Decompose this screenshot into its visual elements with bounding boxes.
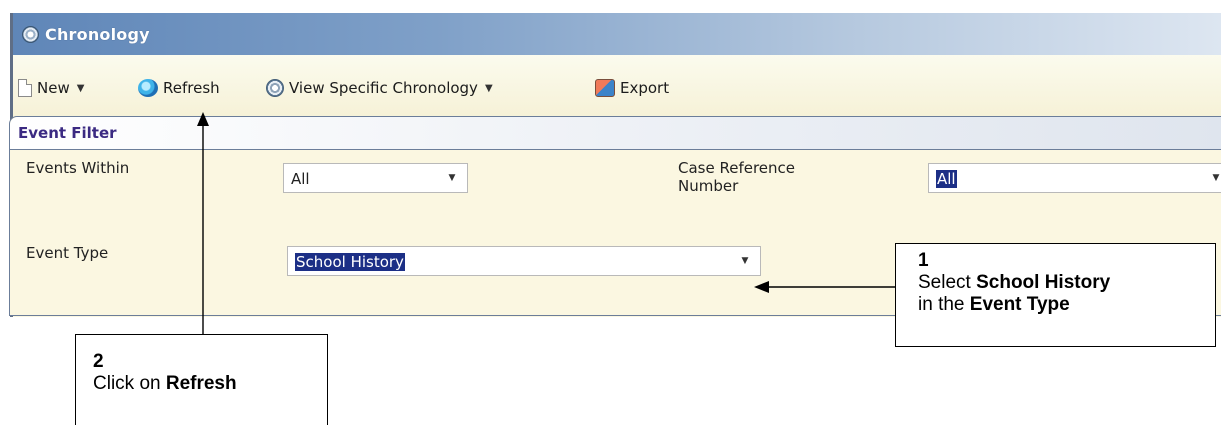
event-type-value: School History <box>295 253 405 271</box>
callout-1-text-2: in the <box>918 294 970 315</box>
chronology-view-icon <box>266 79 284 97</box>
refresh-icon <box>138 79 158 97</box>
events-within-select[interactable]: All ▼ <box>283 163 468 193</box>
case-reference-label-line2: Number <box>678 177 739 195</box>
export-button-label: Export <box>620 79 670 97</box>
new-button[interactable]: New ▼ <box>18 77 84 99</box>
callout-step-2: 2 Click on Refresh <box>75 334 328 425</box>
case-reference-label-line1: Case Reference <box>678 159 796 177</box>
case-reference-label: Case Reference Number <box>678 159 795 195</box>
event-filter-title: Event Filter <box>18 124 117 142</box>
view-button-label: View Specific Chronology <box>289 79 478 97</box>
callout-2-line1: Click on Refresh <box>93 373 327 395</box>
events-within-label: Events Within <box>26 159 130 177</box>
case-reference-select[interactable]: All ▼ <box>928 163 1221 193</box>
case-reference-value: All <box>936 170 957 188</box>
toolbar: New ▼ Refresh View Specific Chronology ▼… <box>13 55 1221 121</box>
new-document-icon <box>18 79 32 97</box>
callout-1-text: Select <box>918 272 977 293</box>
chronology-icon <box>22 25 39 43</box>
callout-2-number: 2 <box>93 351 104 372</box>
callout-1-number: 1 <box>918 250 929 271</box>
view-specific-chronology-button[interactable]: View Specific Chronology ▼ <box>266 77 493 99</box>
chevron-down-icon[interactable]: ▼ <box>77 83 85 94</box>
window-title: Chronology <box>45 24 150 44</box>
callout-1-bold-school-history: School History <box>976 272 1111 293</box>
chevron-down-icon[interactable]: ▼ <box>734 247 756 275</box>
callout-2-bold-refresh: Refresh <box>165 373 237 394</box>
events-within-value: All <box>291 170 310 188</box>
callout-1-line2: in the Event Type <box>918 294 1215 316</box>
callout-2-text: Click on <box>93 373 166 394</box>
event-type-label: Event Type <box>26 244 109 262</box>
chevron-down-icon[interactable]: ▼ <box>485 83 493 94</box>
refresh-button[interactable]: Refresh <box>138 77 220 99</box>
chevron-down-icon[interactable]: ▼ <box>1205 164 1221 192</box>
export-icon <box>595 79 615 97</box>
event-type-select[interactable]: School History ▼ <box>287 246 761 276</box>
export-button[interactable]: Export <box>595 77 669 99</box>
event-filter-header: Event Filter <box>10 117 1221 150</box>
title-bar: Chronology <box>13 13 1221 55</box>
refresh-button-label: Refresh <box>163 79 220 97</box>
callout-step-1: 1 Select School History in the Event Typ… <box>895 243 1216 347</box>
callout-1-line1: Select School History <box>918 272 1215 294</box>
callout-1-bold-event-type: Event Type <box>969 294 1070 315</box>
chevron-down-icon[interactable]: ▼ <box>441 164 463 192</box>
new-button-label: New <box>37 79 70 97</box>
